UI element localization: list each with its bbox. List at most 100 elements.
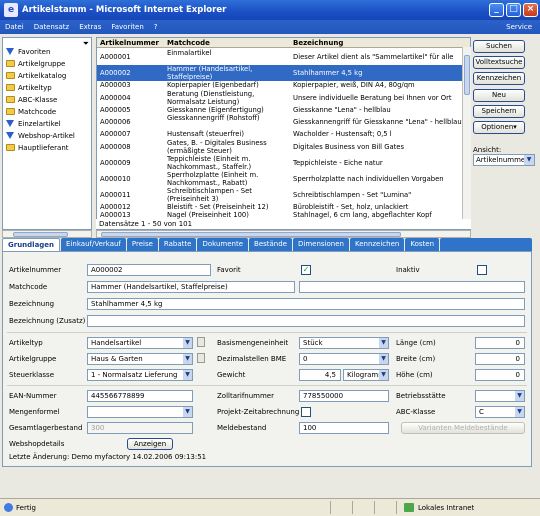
filter-icon[interactable]: ⏷ [83, 39, 89, 49]
artikelnummer-field[interactable]: A000002 [87, 264, 211, 276]
tab-kosten[interactable]: Kosten [405, 238, 440, 251]
artikelgruppe-select[interactable]: Haus & Garten ▼ [87, 353, 193, 365]
ean-field[interactable]: 445566778899 [87, 390, 193, 402]
table-row[interactable]: A000004 Beratung (Dienstleistung, Normals… [97, 90, 470, 106]
table-row[interactable]: A000001 Einmalartikel Dieser Artikel dient… [97, 49, 470, 65]
table-row[interactable]: A000010 Sperrholzplatte (Einheit m. Nachk… [97, 171, 470, 187]
menu-favoriten[interactable]: Favoriten [106, 23, 148, 31]
gewicht-unit-select[interactable]: Kilogramm ▼ [343, 369, 389, 381]
table-cell: Digitales Business von Bill Gates [293, 142, 405, 151]
menu-datensatz[interactable]: Datensatz [29, 23, 75, 31]
tree-item[interactable]: Einzelartikel [6, 118, 61, 129]
table-row[interactable]: A000011 Schreibtischlampen - Set (Preisei… [97, 187, 470, 203]
menu-datei[interactable]: Datei [0, 23, 29, 31]
search-button[interactable]: Suchen [473, 40, 525, 53]
chevron-down-icon[interactable]: ▼ [524, 155, 534, 165]
matchcode-extra-field[interactable] [299, 281, 525, 293]
chevron-down-icon[interactable]: ▼ [183, 354, 192, 364]
tab-dimensionen[interactable]: Dimensionen [293, 238, 349, 251]
laenge-field[interactable]: 0 [475, 337, 525, 349]
table-row[interactable]: A000007 Hustensaft (steuerfrei) Wacholder … [97, 130, 470, 139]
artikeltyp-detail-button[interactable] [197, 337, 205, 347]
tree-item[interactable]: Matchcode [6, 106, 56, 117]
chevron-down-icon[interactable]: ▼ [183, 338, 192, 348]
table-cell: Giesskannengriff für Giesskanne "Lena" -… [293, 118, 462, 126]
breite-field[interactable]: 0 [475, 353, 525, 365]
tab-rabatte[interactable]: Rabatte [158, 238, 197, 251]
chevron-down-icon[interactable]: ▼ [515, 407, 524, 417]
table-cell: A000008 [100, 142, 131, 151]
table-row[interactable]: A000009 Teppichleiste (Einheit m. Nachkom… [97, 155, 470, 171]
menu-extras[interactable]: Extras [74, 23, 106, 31]
table-row[interactable]: A000012 Bleistift - Set (Preiseinheit 12)… [97, 203, 470, 212]
chevron-down-icon[interactable]: ▼ [379, 370, 388, 380]
scroll-thumb[interactable] [101, 232, 401, 237]
tree-item[interactable]: Artikelkatalog [6, 70, 66, 81]
tree-item[interactable]: Favoriten [6, 46, 50, 57]
artikelgruppe-detail-button[interactable] [197, 353, 205, 363]
hoehe-field[interactable]: 0 [475, 369, 525, 381]
table-cell: A000011 [100, 190, 131, 199]
minimize-button[interactable]: _ [489, 3, 504, 17]
show-webshop-button[interactable]: Anzeigen [127, 438, 173, 450]
projekt-zeitabrechnung-checkbox[interactable] [301, 407, 311, 417]
tree-item[interactable]: Hauptlieferant [6, 142, 69, 153]
betriebsstaette-select[interactable]: ▼ [475, 390, 525, 402]
chevron-down-icon[interactable]: ▼ [183, 370, 192, 380]
tree-item[interactable]: Webshop-Artikel [6, 130, 75, 141]
grid-vertical-scrollbar[interactable] [462, 47, 471, 219]
fulltext-search-button[interactable]: Volltextsuche [473, 56, 525, 69]
chevron-down-icon[interactable]: ▼ [515, 391, 524, 401]
new-button[interactable]: Neu [473, 89, 525, 102]
close-button[interactable]: × [523, 3, 538, 17]
column-header-matchcode[interactable]: Matchcode [167, 39, 210, 47]
table-row[interactable]: A000008 Gates, B. - Digitales Business (e… [97, 139, 470, 155]
table-row[interactable]: A000002 Hammer (Handelsartikel, Staffelpr… [97, 65, 470, 81]
options-button[interactable]: Optionen▾ [473, 121, 525, 134]
table-row[interactable]: A000003 Kopierpapier (Eigenbedarf) Kopierp… [97, 81, 470, 90]
chevron-down-icon[interactable]: ▼ [379, 338, 388, 348]
basismengeneinheit-select[interactable]: Stück ▼ [299, 337, 389, 349]
tab-einkauf-verkauf[interactable]: Einkauf/Verkauf [61, 238, 126, 251]
tree-item[interactable]: Artikelgruppe [6, 58, 65, 69]
column-header-artikelnummer[interactable]: Artikelnummer [100, 39, 159, 47]
scroll-thumb[interactable] [464, 55, 470, 95]
tree-item[interactable]: Artikeltyp [6, 82, 52, 93]
tree-scrollbar[interactable] [2, 230, 92, 238]
meldebestand-label: Meldebestand [217, 424, 267, 432]
dezimalstellen-select[interactable]: 0 ▼ [299, 353, 389, 365]
tab-preise[interactable]: Preise [126, 238, 158, 251]
tab-dokumente[interactable]: Dokumente [197, 238, 249, 251]
tab-grundlagen[interactable]: Grundlagen [2, 238, 61, 251]
save-button[interactable]: Speichern [473, 105, 525, 118]
scroll-thumb[interactable] [13, 232, 68, 237]
varianten-meldebestaende-button[interactable]: Varianten Meldebestände [401, 422, 525, 434]
tab-kennzeichen[interactable]: Kennzeichen [349, 238, 405, 251]
tab-bestände[interactable]: Bestände [249, 238, 292, 251]
table-cell: Beratung (Dienstleistung, Normalsatz Lei… [167, 89, 255, 106]
steuerklasse-select[interactable]: 1 - Normalsatz Lieferung ▼ [87, 369, 193, 381]
matchcode-field[interactable]: Hammer (Handelsartikel, Staffelpreise) [87, 281, 295, 293]
chevron-down-icon[interactable]: ▼ [379, 354, 388, 364]
view-select[interactable]: Artikelnummer ▼ [473, 154, 535, 166]
tree-item[interactable]: ABC-Klasse [6, 94, 57, 105]
maximize-button[interactable]: □ [506, 3, 521, 17]
menu-help[interactable]: ? [149, 23, 163, 31]
zolltarifnummer-field[interactable]: 778550000 [299, 390, 389, 402]
gewicht-field[interactable]: 4,5 [299, 369, 341, 381]
column-header-bezeichnung[interactable]: Bezeichnung [293, 39, 343, 47]
meldebestand-field[interactable]: 100 [299, 422, 389, 434]
mengenformel-select[interactable]: ▼ [87, 406, 193, 418]
bezeichnung-zusatz-field[interactable] [87, 315, 525, 327]
abc-klasse-select[interactable]: C ▼ [475, 406, 525, 418]
flags-button[interactable]: Kennzeichen [473, 72, 525, 85]
table-row[interactable]: A000005 Giesskanne (Eigenfertigung) Giessk… [97, 106, 470, 115]
favorit-checkbox[interactable]: ✓ [301, 265, 311, 275]
artikeltyp-select[interactable]: Handelsartikel ▼ [87, 337, 193, 349]
inaktiv-checkbox[interactable] [477, 265, 487, 275]
bezeichnung-field[interactable]: Stahlhammer 4,5 kg [87, 298, 525, 310]
table-row[interactable]: A000006 Giesskannengriff (Rohstoff) Giessk… [97, 114, 470, 130]
grid-horizontal-scrollbar[interactable] [96, 230, 471, 238]
chevron-down-icon[interactable]: ▼ [183, 407, 192, 417]
menu-service[interactable]: Service [501, 23, 540, 31]
